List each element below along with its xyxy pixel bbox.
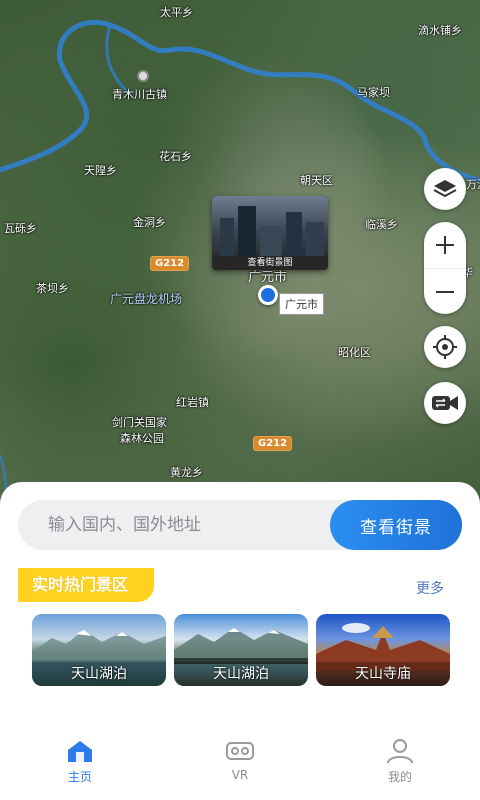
home-icon [68,741,92,762]
place-label: 太平乡 [160,6,193,19]
nav-home-label: 主页 [67,770,92,784]
user-icon [387,739,413,764]
place-label: 万源 [466,178,480,191]
place-label: 金洞乡 [133,216,166,229]
layers-icon [433,180,457,198]
layers-button[interactable] [424,168,466,210]
nav-vr-label: VR [231,768,249,782]
nav-home[interactable]: 主页 [0,728,160,800]
place-label: 昭化区 [338,346,371,359]
place-label: 剑门关国家 [112,416,167,429]
bottom-nav: 主页 VR 我的 [0,728,480,800]
scenic-card[interactable]: 天山寺庙 [316,614,450,686]
poi-icon [137,70,149,82]
video-camera-icon [432,396,458,410]
place-label: 临溪乡 [365,218,398,231]
place-label: 马家坝 [357,86,390,99]
minus-icon [436,290,454,293]
streetview-preview[interactable]: 查看街景图 [212,196,328,270]
place-label: 滴水铺乡 [418,24,462,37]
video-button[interactable] [424,382,466,424]
place-label: 花石乡 [159,150,192,163]
more-link[interactable]: 更多 [416,578,444,598]
search-bar: 查看街景 [18,500,462,550]
locate-icon [433,335,457,359]
plus-icon [436,236,454,254]
place-label: 青木川古镇 [112,88,167,101]
search-input[interactable] [18,500,330,550]
streetview-preview-label: 查看街景图 [212,256,328,270]
nav-mine-label: 我的 [387,770,412,784]
place-label: 森林公园 [120,432,164,445]
scenic-card-list: 天山湖泊 天山湖泊 天山寺庙 [32,614,450,686]
hot-spots-title: 实时热门景区 [18,568,155,602]
place-label: 茶坝乡 [36,282,69,295]
nav-vr[interactable]: VR [160,728,320,800]
place-label: 朝天区 [300,174,333,187]
place-label: 天隍乡 [84,164,117,177]
view-streetview-button[interactable]: 查看街景 [330,500,462,550]
nav-mine[interactable]: 我的 [320,728,480,800]
airport-label: 广元盘龙机场 [110,292,183,306]
scenic-card-label: 天山湖泊 [174,662,308,686]
scenic-card-label: 天山寺庙 [316,662,450,686]
zoom-control [424,222,466,314]
place-label: 黄龙乡 [170,466,203,479]
map-view[interactable]: 太平乡 滴水铺乡 青木川古镇 马家坝 花石乡 天隍乡 朝天区 万源 金洞乡 临溪… [0,0,480,520]
zoom-in-button[interactable] [424,222,466,268]
highway-badge: G212 [150,256,190,271]
highway-badge: G212 [253,436,293,451]
place-label: 红岩镇 [176,396,209,409]
scenic-card-label: 天山湖泊 [32,662,166,686]
location-marker[interactable] [258,285,278,305]
bottom-panel: 查看街景 实时热门景区 更多 天山湖泊 天山湖泊 天山寺庙 [0,482,480,728]
locate-button[interactable] [424,326,466,368]
scenic-card[interactable]: 天山湖泊 [32,614,166,686]
scenic-card[interactable]: 天山湖泊 [174,614,308,686]
place-label: 瓦砾乡 [4,222,37,235]
zoom-out-button[interactable] [424,268,466,314]
vr-icon [226,742,254,760]
location-tag: 广元市 [279,293,324,315]
